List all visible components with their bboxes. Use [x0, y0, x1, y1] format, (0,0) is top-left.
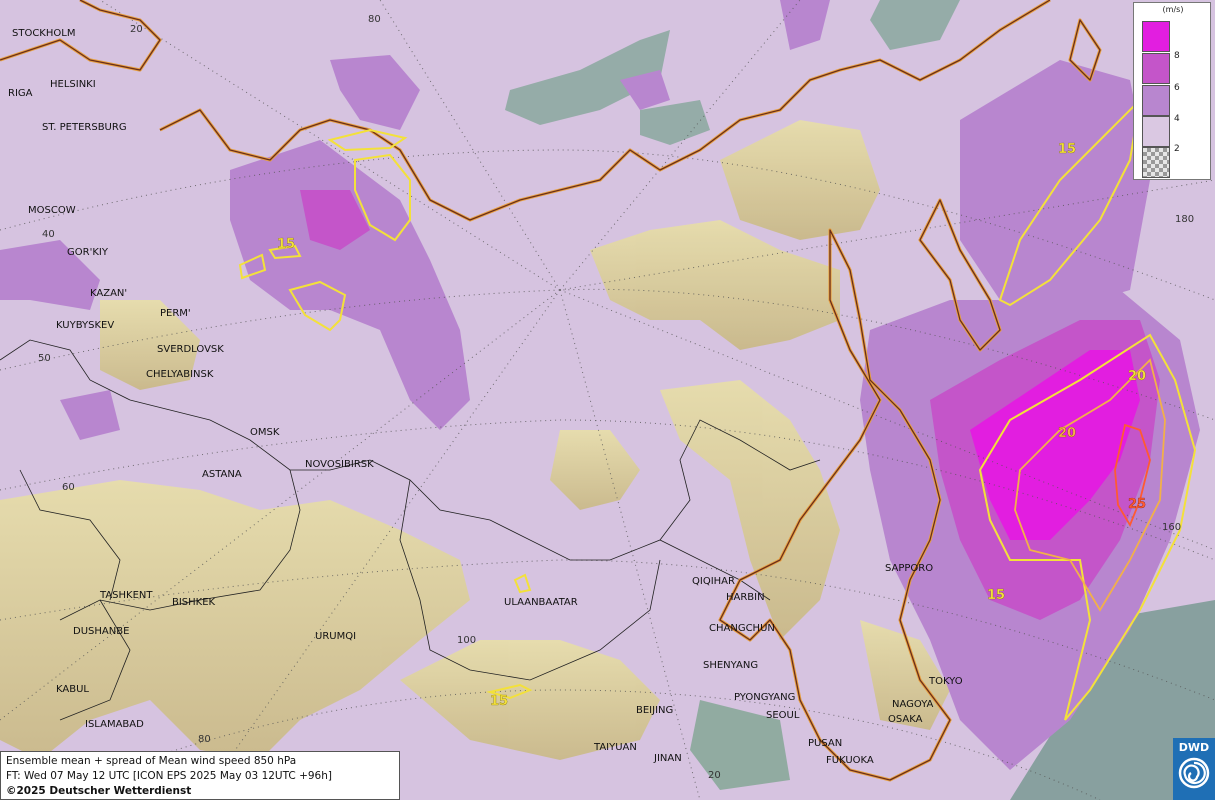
- city-label: SAPPORO: [885, 563, 933, 574]
- contour-label: 15: [1058, 142, 1076, 157]
- lat-label: 50: [38, 353, 51, 364]
- contour-label: 15: [490, 694, 508, 709]
- lon-label: 160: [1162, 522, 1181, 533]
- contour-label: 25: [1128, 497, 1146, 512]
- lon-label: 180: [1175, 214, 1194, 225]
- legend-swatch-checker: [1142, 147, 1170, 178]
- city-label: PYONGYANG: [734, 692, 795, 703]
- legend: (m/s) 8 6 4 2: [1133, 2, 1211, 180]
- city-label: OMSK: [250, 427, 280, 438]
- dwd-logo: DWD: [1173, 738, 1215, 800]
- city-label: GOR'KIY: [67, 247, 109, 258]
- city-label: TASHKENT: [99, 590, 153, 601]
- city-label: FUKUOKA: [826, 755, 874, 766]
- dwd-logo-text: DWD: [1178, 741, 1210, 754]
- city-label: JINAN: [653, 753, 682, 764]
- lon-label: 20: [708, 770, 721, 781]
- city-label: HARBIN: [726, 592, 765, 603]
- city-label: NOVOSIBIRSK: [305, 459, 374, 470]
- city-label: QIQIHAR: [692, 576, 735, 587]
- info-forecast-time: FT: Wed 07 May 12 UTC [ICON EPS 2025 May…: [6, 770, 332, 782]
- contour-label: 20: [1128, 369, 1146, 384]
- city-label: ASTANA: [202, 469, 242, 480]
- city-label: SEOUL: [766, 710, 800, 721]
- lon-label: 20: [130, 24, 143, 35]
- wind-speed-map: 15 15 20 20 25 15 15 40 50 60 20 80 100 …: [0, 0, 1215, 800]
- city-label: ST. PETERSBURG: [42, 122, 127, 133]
- city-label: OSAKA: [888, 714, 923, 725]
- city-label: RIGA: [8, 88, 33, 99]
- city-label: KABUL: [56, 684, 89, 695]
- legend-label: 2: [1174, 144, 1180, 154]
- legend-swatch: [1142, 116, 1170, 147]
- city-label: PERM': [160, 308, 191, 319]
- legend-swatch: [1142, 53, 1170, 84]
- lon-label: 100: [457, 635, 476, 646]
- city-label: CHELYABINSK: [146, 369, 214, 380]
- info-box: Ensemble mean + spread of Mean wind spee…: [0, 751, 400, 800]
- city-label: ULAANBAATAR: [504, 597, 578, 608]
- legend-label: 6: [1174, 83, 1180, 93]
- city-label: MOSCOW: [28, 205, 76, 216]
- lat-label: 40: [42, 229, 55, 240]
- info-copyright: ©2025 Deutscher Wetterdienst: [6, 785, 192, 797]
- contour-label: 15: [277, 237, 295, 252]
- contour-label: 15: [987, 588, 1005, 603]
- city-label: HELSINKI: [50, 79, 96, 90]
- city-label: KUYBYSKEV: [56, 320, 114, 331]
- lon-label: 80: [368, 14, 381, 25]
- info-title: Ensemble mean + spread of Mean wind spee…: [6, 755, 297, 767]
- legend-swatch: [1142, 85, 1170, 116]
- city-label: BISHKEK: [172, 597, 216, 608]
- city-label: ISLAMABAD: [85, 719, 144, 730]
- city-label: PUSAN: [808, 738, 842, 749]
- city-label: CHANGCHUN: [709, 623, 775, 634]
- city-label: URUMQI: [315, 631, 356, 642]
- lat-label: 60: [62, 482, 75, 493]
- city-label: TOKYO: [928, 676, 963, 687]
- city-label: DUSHANBE: [73, 626, 129, 637]
- city-label: KAZAN': [90, 288, 127, 299]
- city-label: BEIJING: [636, 705, 673, 716]
- swirl-icon: [1178, 757, 1210, 789]
- city-label: NAGOYA: [892, 699, 934, 710]
- legend-label: 4: [1174, 114, 1180, 124]
- city-label: SHENYANG: [703, 660, 758, 671]
- legend-unit: (m/s): [1162, 5, 1184, 14]
- legend-swatch: [1142, 21, 1170, 52]
- city-label: STOCKHOLM: [12, 28, 75, 39]
- contour-label: 20: [1058, 426, 1076, 441]
- lon-label: 80: [198, 734, 211, 745]
- legend-label: 8: [1174, 51, 1180, 61]
- city-label: TAIYUAN: [593, 742, 637, 753]
- city-label: SVERDLOVSK: [157, 344, 224, 355]
